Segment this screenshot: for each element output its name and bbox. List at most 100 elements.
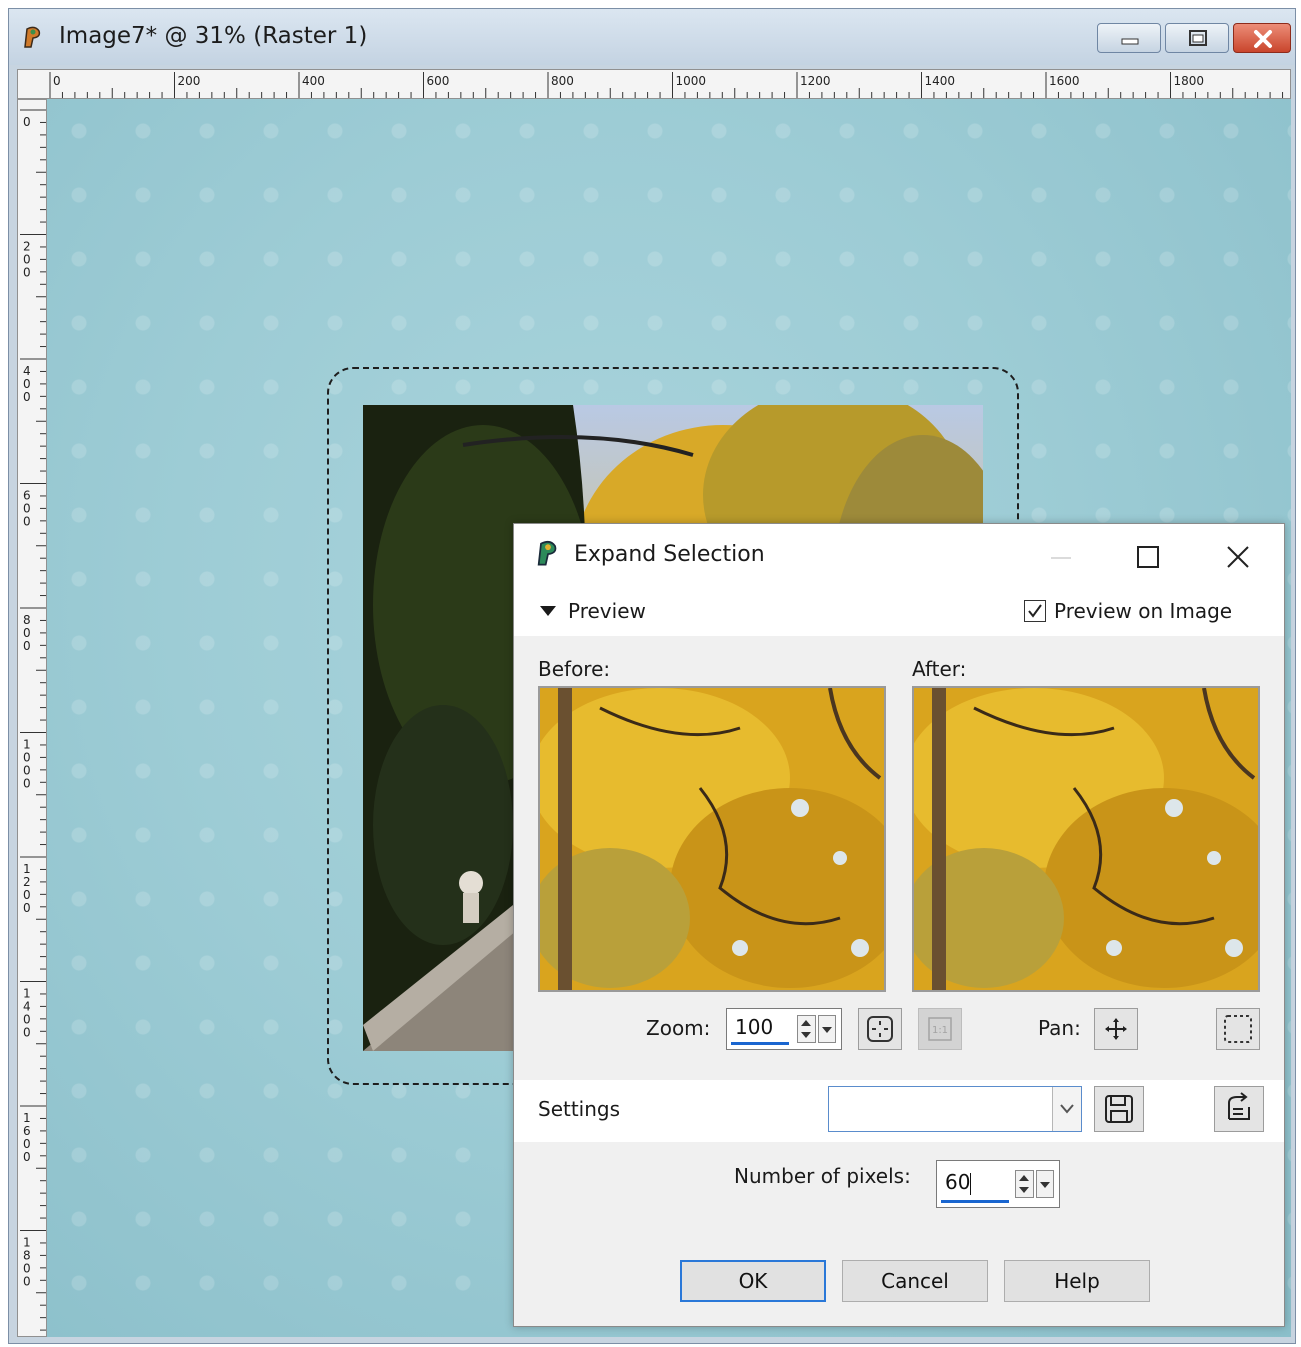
- ruler-label: 0: [23, 751, 31, 765]
- ruler-label: 0: [23, 639, 31, 653]
- cancel-button[interactable]: Cancel: [842, 1260, 988, 1302]
- vertical-ruler: 020040060080010001200140016001800: [17, 99, 47, 1337]
- ruler-label: 2: [23, 240, 31, 254]
- preview-on-image-label: Preview on Image: [1054, 599, 1233, 623]
- zoom-label: Zoom:: [646, 1016, 711, 1040]
- checkbox-checked-icon: [1024, 600, 1046, 622]
- window-minimize-button[interactable]: [1097, 23, 1161, 53]
- ruler-label: 1: [23, 1111, 31, 1125]
- zoom-value: 100: [735, 1015, 774, 1039]
- pixels-spinner[interactable]: [1015, 1170, 1055, 1198]
- window-close-button[interactable]: [1233, 23, 1291, 53]
- before-preview-image: [540, 688, 884, 990]
- focus-underline: [941, 1200, 1009, 1203]
- ruler-label: 6: [23, 489, 31, 503]
- pixels-value: 60: [945, 1170, 971, 1194]
- ruler-label: 1: [23, 738, 31, 752]
- after-preview-image: [914, 688, 1258, 990]
- ruler-label: 8: [23, 613, 31, 627]
- ruler-label: 0: [23, 253, 31, 267]
- ruler-label: 0: [23, 888, 31, 902]
- pan-label: Pan:: [1038, 1016, 1081, 1040]
- maximize-icon[interactable]: [1127, 540, 1167, 576]
- pan-button[interactable]: [1094, 1008, 1138, 1050]
- ruler-label: 400: [302, 74, 325, 88]
- preview-toggle[interactable]: Preview: [540, 596, 646, 626]
- zoom-input[interactable]: 100: [726, 1008, 842, 1050]
- ruler-label: 1: [23, 862, 31, 876]
- text-caret: [970, 1172, 972, 1195]
- ruler-label: 0: [23, 266, 31, 280]
- pixels-label: Number of pixels:: [734, 1164, 911, 1188]
- before-label: Before:: [538, 657, 611, 681]
- horizontal-ruler: 0 200 400 600 800 1000 1200 1400 1600 1800: [17, 69, 1291, 99]
- ruler-label: 0: [23, 502, 31, 516]
- save-icon: [1105, 1095, 1133, 1123]
- selection-view-button[interactable]: [1216, 1008, 1260, 1050]
- help-button[interactable]: Help: [1004, 1260, 1150, 1302]
- ruler-label: 1: [23, 987, 31, 1001]
- ruler-label: 6: [23, 1124, 31, 1138]
- ruler-label: 2: [23, 875, 31, 889]
- reset-icon: [1228, 1092, 1250, 1120]
- focus-underline: [731, 1042, 789, 1045]
- save-preset-button[interactable]: [1094, 1086, 1144, 1132]
- ruler-label: 1: [23, 1236, 31, 1250]
- after-preview[interactable]: [912, 686, 1260, 992]
- ruler-label: 0: [23, 1026, 31, 1040]
- before-preview[interactable]: [538, 686, 886, 992]
- settings-preset-select[interactable]: [828, 1086, 1082, 1132]
- ruler-label: 0: [23, 1275, 31, 1289]
- ruler-label: 4: [23, 364, 31, 378]
- ruler-label: 0: [23, 626, 31, 640]
- ok-button[interactable]: OK: [680, 1260, 826, 1302]
- zoom-to-fit-button[interactable]: [858, 1008, 902, 1050]
- ruler-label: 0: [23, 115, 31, 129]
- fit-icon: [867, 1016, 893, 1042]
- ruler-label: 0: [23, 777, 31, 791]
- ruler-label: 0: [23, 764, 31, 778]
- ruler-label: 0: [23, 377, 31, 391]
- expand-selection-dialog: Expand Selection Preview Preview on Imag…: [513, 523, 1285, 1327]
- ruler-label: 200: [178, 74, 201, 88]
- dialog-title: Expand Selection: [574, 542, 765, 567]
- zoom-100-button[interactable]: 1:1: [918, 1008, 962, 1050]
- window-title: Image7* @ 31% (Raster 1): [59, 23, 368, 49]
- minimize-icon[interactable]: [1041, 540, 1081, 576]
- ruler-label: 600: [427, 74, 450, 88]
- maximize-icon: [1189, 30, 1207, 46]
- chevron-down-icon: [540, 606, 556, 616]
- ruler-label: 0: [53, 74, 61, 88]
- minimize-icon: [1121, 38, 1139, 45]
- ruler-label: 0: [23, 515, 31, 529]
- svg-text:1:1: 1:1: [932, 1025, 948, 1036]
- number-of-pixels-input[interactable]: 60: [936, 1160, 1060, 1208]
- ruler-label: 0: [23, 1013, 31, 1027]
- settings-label: Settings: [538, 1097, 621, 1121]
- ruler-label: 1800: [1174, 74, 1205, 88]
- ruler-label: 0: [23, 1137, 31, 1151]
- ruler-label: 0: [23, 901, 31, 915]
- psp-icon: [537, 540, 557, 566]
- ruler-label: 0: [23, 1150, 31, 1164]
- after-label: After:: [912, 657, 967, 681]
- ruler-label: 1200: [800, 74, 831, 88]
- ruler-label: 8: [23, 1249, 31, 1263]
- preview-toggle-label: Preview: [568, 599, 646, 623]
- zoom-spinner[interactable]: [797, 1015, 837, 1043]
- ruler-label: 1600: [1049, 74, 1080, 88]
- window-maximize-button[interactable]: [1165, 23, 1229, 53]
- close-icon: [1254, 30, 1272, 48]
- window-titlebar[interactable]: Image7* @ 31% (Raster 1): [9, 9, 1295, 65]
- image-window: Image7* @ 31% (Raster 1) 0 200 400 600 800 10…: [8, 8, 1296, 1344]
- dropdown-arrow[interactable]: [1052, 1087, 1081, 1131]
- reset-preset-button[interactable]: [1214, 1086, 1264, 1132]
- preview-on-image-checkbox[interactable]: Preview on Image: [1024, 596, 1232, 626]
- marquee-icon: [1224, 1015, 1252, 1043]
- close-icon[interactable]: [1218, 540, 1258, 576]
- chevron-down-icon: [1060, 1104, 1074, 1114]
- ruler-label: 1400: [925, 74, 956, 88]
- psp-icon: [24, 26, 41, 48]
- actual-size-icon: 1:1: [928, 1017, 952, 1041]
- move-icon: [1105, 1018, 1127, 1040]
